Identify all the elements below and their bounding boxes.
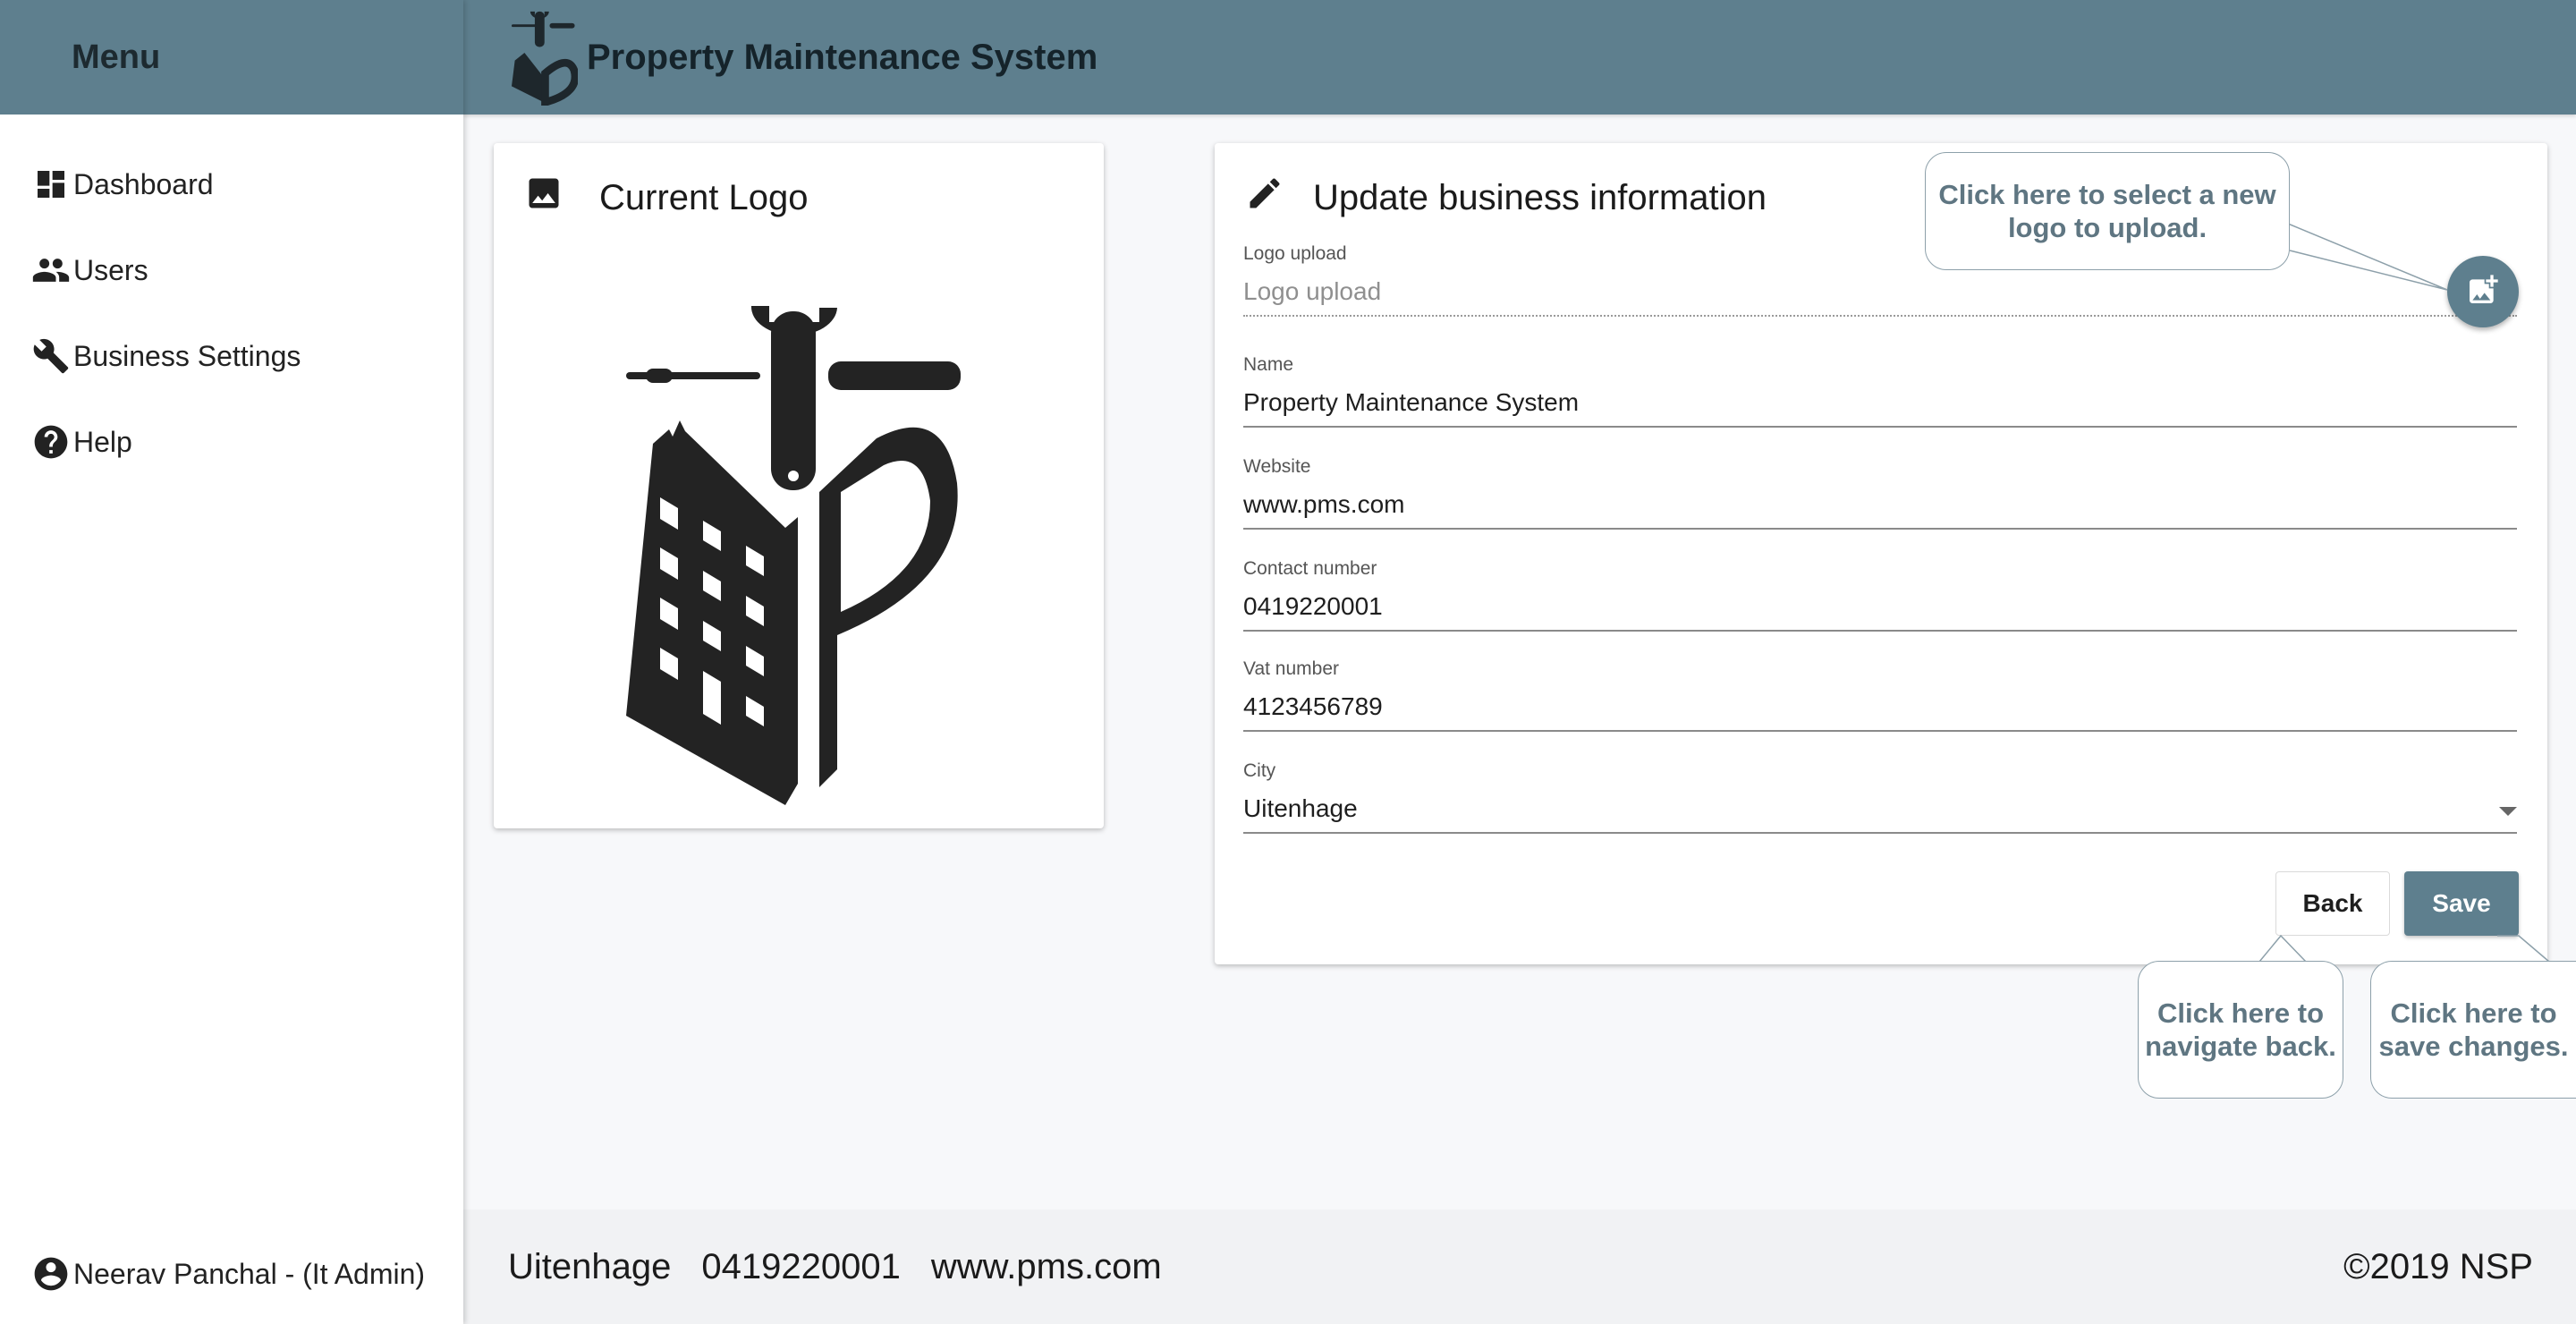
logo-upload-field[interactable]: Logo upload Logo upload [1243, 243, 2517, 317]
update-business-heading: Update business information [1245, 174, 1767, 222]
sidebar-item-label: Help [73, 425, 132, 458]
sidebar-item-users[interactable]: Users [0, 227, 463, 313]
website-field[interactable]: Website www.pms.com [1243, 456, 2517, 530]
wrench-icon [30, 335, 72, 377]
dashboard-icon [30, 164, 72, 205]
sidebar-item-help[interactable]: Help [0, 399, 463, 485]
business-logo-image [626, 306, 961, 805]
users-icon [30, 250, 72, 291]
help-icon [30, 421, 72, 463]
vat-number-input[interactable]: 4123456789 [1243, 682, 2517, 732]
sidebar-item-dashboard[interactable]: Dashboard [0, 141, 463, 227]
vat-number-label: Vat number [1243, 658, 1339, 679]
upload-help-callout: Click here to select a new logo to uploa… [1925, 152, 2290, 270]
city-label: City [1243, 760, 1276, 781]
update-business-card: Update business information Logo upload … [1215, 143, 2547, 964]
account-circle-icon [30, 1253, 72, 1294]
current-logo-heading: Current Logo [524, 174, 808, 222]
name-input[interactable]: Property Maintenance System [1243, 378, 2517, 428]
app-header: Property Maintenance System [463, 0, 2576, 115]
footer-city: Uitenhage [508, 1246, 672, 1286]
back-button[interactable]: Back [2275, 871, 2390, 936]
sidebar-item-business-settings[interactable]: Business Settings [0, 313, 463, 399]
city-field[interactable]: City Uitenhage [1243, 760, 2517, 834]
save-button[interactable]: Save [2404, 871, 2519, 936]
pencil-icon [1245, 174, 1284, 222]
sidebar-user[interactable]: Neerav Panchal - (It Admin) [0, 1224, 463, 1324]
sidebar-item-label: Business Settings [73, 339, 301, 372]
sidebar-nav: Dashboard Users Business Settings Help [0, 115, 463, 485]
contact-number-input[interactable]: 0419220001 [1243, 581, 2517, 632]
menu-title: Menu [72, 38, 161, 76]
card-title: Update business information [1313, 177, 1767, 217]
vat-number-field[interactable]: Vat number 4123456789 [1243, 658, 2517, 732]
contact-number-field[interactable]: Contact number 0419220001 [1243, 558, 2517, 632]
sidebar-item-label: Users [73, 253, 148, 286]
save-help-callout: Click here to save changes. [2370, 961, 2576, 1099]
footer-website: www.pms.com [930, 1246, 1162, 1286]
image-icon [524, 174, 564, 222]
footer-phone: 0419220001 [701, 1246, 901, 1286]
name-field[interactable]: Name Property Maintenance System [1243, 354, 2517, 428]
back-help-callout: Click here to navigate back. [2138, 961, 2343, 1099]
website-input[interactable]: www.pms.com [1243, 480, 2517, 530]
logo-upload-input[interactable]: Logo upload [1243, 267, 2517, 317]
app-title: Property Maintenance System [587, 37, 1098, 77]
website-label: Website [1243, 456, 1311, 477]
sidebar: Menu Dashboard Users Business Settings H… [0, 0, 463, 1324]
user-name: Neerav Panchal - (It Admin) [73, 1257, 426, 1290]
sidebar-item-label: Dashboard [73, 167, 214, 200]
footer: Uitenhage 0419220001 www.pms.com ©2019 N… [463, 1209, 2576, 1324]
footer-copyright: ©2019 NSP [2343, 1246, 2533, 1286]
card-title: Current Logo [599, 177, 809, 217]
contact-number-label: Contact number [1243, 558, 1377, 579]
building-tools-logo [512, 11, 578, 106]
sidebar-header: Menu [0, 0, 463, 115]
upload-logo-button[interactable] [2447, 256, 2519, 327]
logo-upload-label: Logo upload [1243, 243, 1347, 264]
add-photo-icon [2465, 272, 2501, 312]
name-label: Name [1243, 354, 1294, 375]
chevron-down-icon[interactable] [2499, 807, 2517, 816]
current-logo-card: Current Logo [494, 143, 1104, 828]
city-select[interactable]: Uitenhage [1243, 784, 2517, 834]
